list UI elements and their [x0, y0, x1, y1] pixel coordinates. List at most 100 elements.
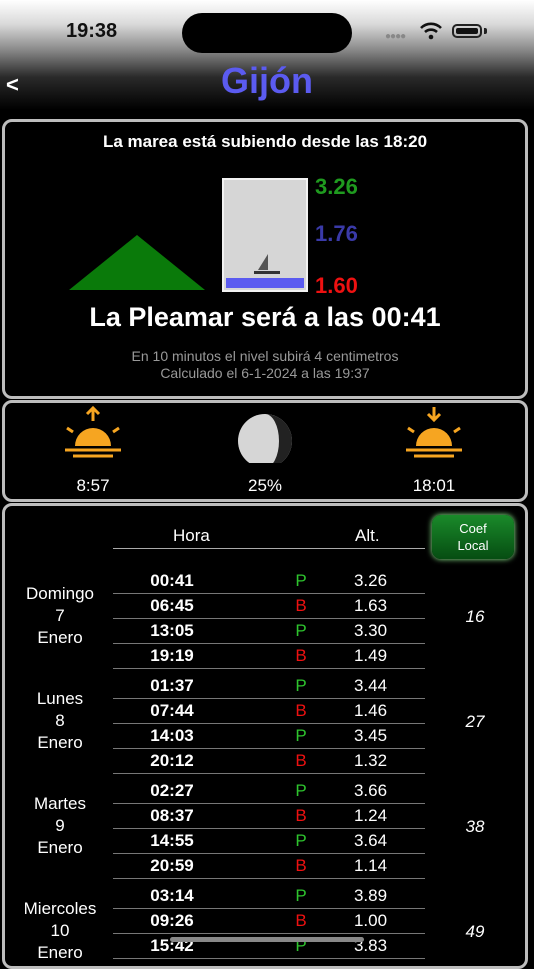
calculated-note: Calculado el 6-1-2024 a las 19:37 — [160, 365, 370, 381]
tide-height: 1.63 — [353, 596, 388, 615]
tide-time: 14:03 — [150, 726, 194, 745]
tide-height: 1.24 — [353, 806, 388, 825]
tide-panel: La marea está subiendo desde las 18:20 3… — [2, 119, 528, 399]
day-name: Domingo — [25, 584, 95, 603]
tide-height: 3.44 — [353, 676, 388, 695]
sunset-time: 18:01 — [412, 476, 456, 495]
coef-local-button[interactable]: Coef Local — [432, 515, 514, 559]
day-name: Miercoles — [23, 899, 97, 918]
moon-box: 25% — [225, 403, 305, 495]
tide-time: 14:55 — [150, 831, 194, 850]
coef-value: 16 — [465, 607, 485, 626]
tide-state: La marea está subiendo desde las 18:20 — [102, 132, 428, 151]
tide-time: 20:12 — [150, 751, 194, 770]
day-label: Martes 9 Enero — [5, 793, 115, 859]
tide-type: B — [295, 646, 307, 665]
tide-height: 3.66 — [353, 781, 388, 800]
tide-height: 3.45 — [353, 726, 388, 745]
tide-height: 3.26 — [353, 571, 388, 590]
battery-icon — [452, 24, 482, 38]
tide-type: B — [295, 911, 307, 930]
day-num: 9 — [55, 816, 65, 835]
tide-type: P — [295, 886, 307, 905]
tide-height: 1.00 — [353, 911, 388, 930]
tide-type: B — [295, 806, 307, 825]
tide-height: 1.49 — [353, 646, 388, 665]
day-label: Miercoles 10 Enero — [5, 898, 115, 964]
level-low: 1.60 — [315, 273, 358, 298]
tide-type: B — [295, 751, 307, 770]
tide-type: B — [295, 701, 307, 720]
day-month: Enero — [37, 838, 83, 857]
tide-time: 09:26 — [150, 911, 194, 930]
tide-type: B — [295, 596, 307, 615]
tide-time: 13:05 — [150, 621, 194, 640]
tide-time: 01:37 — [150, 676, 194, 695]
table-row: 08:37 B 1.24 — [113, 803, 425, 829]
sunrise-icon — [65, 405, 121, 458]
tide-time: 20:59 — [150, 856, 194, 875]
tide-table-panel: Hora Alt. Coef Local Domingo 7 Enero 16 00:4… — [2, 503, 528, 969]
tide-level-fill — [226, 278, 304, 288]
tide-time: 00:41 — [150, 571, 194, 590]
sunrise-time: 8:57 — [76, 476, 110, 495]
tide-type: P — [295, 831, 307, 850]
tide-height: 3.64 — [353, 831, 388, 850]
signal-icon: ●●●● — [385, 31, 406, 42]
coef-label-2: Local — [457, 538, 489, 553]
tide-type: P — [295, 726, 307, 745]
dynamic-island — [182, 13, 352, 53]
home-indicator[interactable] — [170, 937, 364, 942]
sunrise-box: 8:57 — [53, 403, 133, 495]
sailboat-icon — [254, 254, 280, 274]
table-row: 14:55 P 3.64 — [113, 828, 425, 854]
table-row: 07:44 B 1.46 — [113, 698, 425, 724]
tide-time: 02:27 — [150, 781, 194, 800]
tide-type: B — [295, 856, 307, 875]
next-tide: La Pleamar será a las 00:41 — [89, 302, 441, 332]
table-row: 20:59 B 1.14 — [113, 853, 425, 879]
header-divider — [113, 548, 425, 549]
sun-moon-panel: 8:57 25% 18:01 — [2, 400, 528, 502]
sunset-icon — [406, 407, 462, 458]
table-row: 00:41 P 3.26 — [113, 568, 425, 594]
tide-type: P — [295, 781, 307, 800]
coef-label-1: Coef — [459, 521, 487, 536]
level-current: 1.76 — [315, 221, 358, 246]
coef-value: 38 — [465, 817, 485, 836]
tide-height: 1.32 — [353, 751, 388, 770]
tide-level-gauge — [222, 178, 308, 292]
moon-phase-icon — [238, 414, 292, 468]
tide-height: 1.46 — [353, 701, 388, 720]
table-row: 14:03 P 3.45 — [113, 723, 425, 749]
column-header-hora: Hora — [173, 526, 210, 545]
tide-type: P — [295, 621, 307, 640]
tide-type: P — [295, 571, 307, 590]
battery-tip — [484, 28, 487, 34]
tide-time: 03:14 — [150, 886, 194, 905]
day-num: 10 — [50, 921, 70, 940]
table-row: 02:27 P 3.66 — [113, 778, 425, 804]
day-name: Lunes — [36, 689, 84, 708]
column-header-alt: Alt. — [355, 526, 380, 545]
table-row: 06:45 B 1.63 — [113, 593, 425, 619]
moon-illumination: 25% — [247, 476, 283, 495]
tide-type: P — [295, 676, 307, 695]
tide-time: 06:45 — [150, 596, 194, 615]
coef-value: 49 — [465, 922, 485, 941]
day-month: Enero — [37, 943, 83, 962]
day-label: Domingo 7 Enero — [5, 583, 115, 649]
day-month: Enero — [37, 628, 83, 647]
tide-height: 1.14 — [353, 856, 388, 875]
wifi-icon — [420, 22, 442, 40]
day-label: Lunes 8 Enero — [5, 688, 115, 754]
table-row: 01:37 P 3.44 — [113, 673, 425, 699]
tide-height: 3.30 — [353, 621, 388, 640]
day-name: Martes — [34, 794, 86, 813]
day-month: Enero — [37, 733, 83, 752]
tide-time: 08:37 — [150, 806, 194, 825]
level-high: 3.26 — [315, 174, 358, 199]
tide-time: 07:44 — [150, 701, 194, 720]
page-title: Gijón — [221, 60, 313, 101]
rising-tide-icon — [69, 235, 205, 290]
